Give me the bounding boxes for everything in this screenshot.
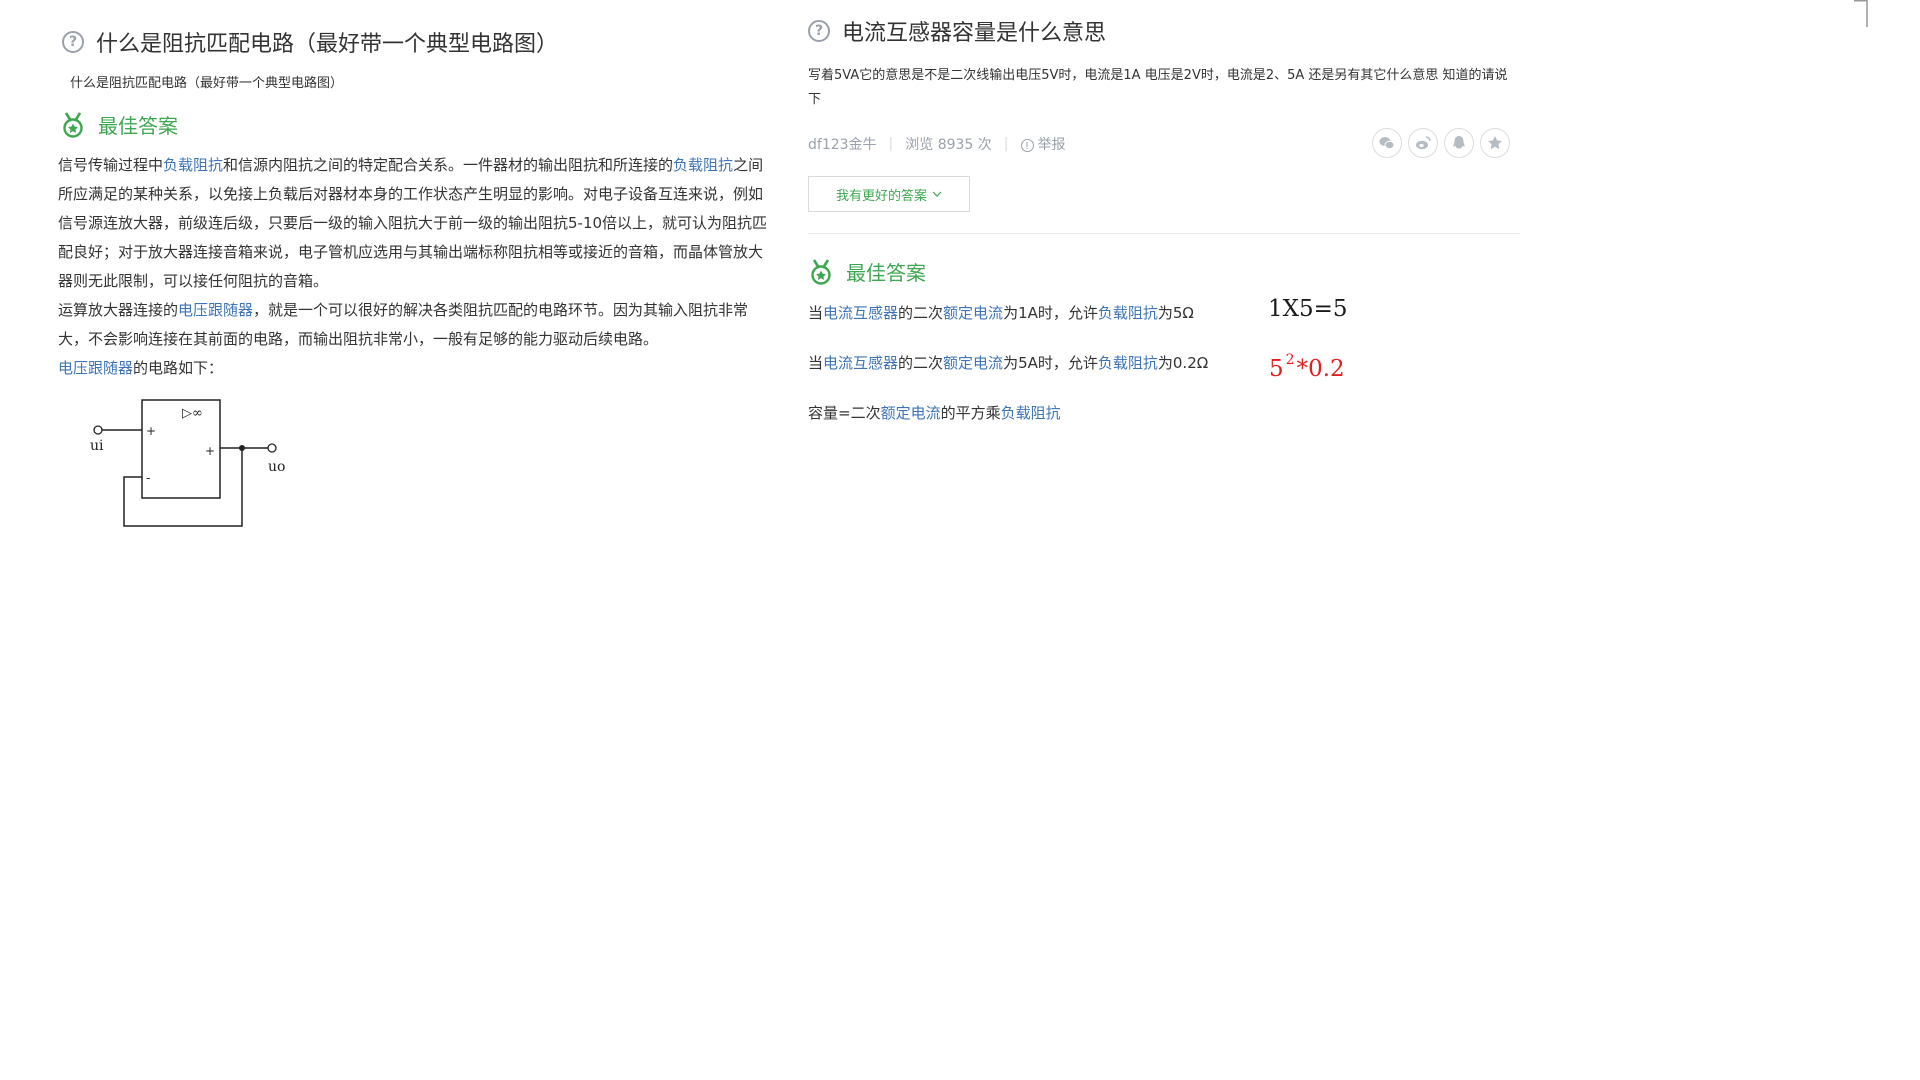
left-question-title: ? 什么是阻抗匹配电路（最好带一个典型电路图） (62, 26, 558, 58)
answer-paragraph-2: 运算放大器连接的电压跟随器，就是一个可以很好的解决各类阻抗匹配的电路环节。因为其… (58, 296, 770, 354)
handwritten-rest: *0.2 (1296, 356, 1345, 382)
left-best-answer-label: 最佳答案 (98, 114, 178, 138)
right-best-answer-header: 最佳答案 (810, 257, 926, 286)
favorite-icon (1488, 136, 1502, 150)
answer-line-3: 容量=二次额定电流的平方乘负载阻抗 (808, 402, 1061, 423)
wechat-icon (1379, 137, 1395, 150)
view-count: 浏览 8935 次 (905, 137, 992, 153)
qq-share-button[interactable] (1444, 128, 1474, 158)
answer-line-1: 当电流互感器的二次额定电流为1A时，允许负载阻抗为5Ω (808, 302, 1194, 323)
answer-text: 当 (808, 304, 824, 322)
divider (808, 233, 1520, 234)
share-buttons (1366, 128, 1510, 158)
better-answer-label: 我有更好的答案 (835, 188, 927, 204)
weibo-share-button[interactable] (1408, 128, 1438, 158)
report-icon: ! (1020, 139, 1034, 152)
question-icon: ? (62, 31, 84, 53)
answer-text: 之间所应满足的某种关系，以免接上负载后对器材本身的工作状态产生明显的影响。对电子… (58, 156, 768, 290)
answer-paragraph-3: 电压跟随器的电路如下： (58, 354, 770, 383)
corner-mark (1854, 0, 1868, 27)
answer-text: 的平方乘 (940, 404, 1001, 422)
answer-text: 和信源内阻抗之间的特定配合关系。一件器材的输出阻抗和所连接的 (223, 156, 674, 174)
answer-text: 为0.2Ω (1157, 354, 1209, 372)
right-question-description: 写着5VA它的意思是不是二次线输出电压5V时，电流是1A 电压是2V时，电流是2… (808, 68, 1508, 107)
answer-text: 的二次 (898, 354, 944, 372)
answer-text: 运算放大器连接的 (58, 301, 179, 319)
link-load-impedance[interactable]: 负载阻抗 (673, 156, 733, 174)
op-amp-symbol: ▷∞ (182, 406, 203, 421)
chevron-down-icon (932, 191, 942, 197)
handwritten-exponent: 2 (1285, 352, 1295, 368)
link-rated-current[interactable]: 额定电流 (943, 354, 1003, 372)
link-load-impedance[interactable]: 负载阻抗 (1001, 404, 1061, 422)
output-voltage-label: uo (268, 459, 285, 475)
right-question-title-text: 电流互感器容量是什么意思 (842, 21, 1107, 46)
output-terminal (267, 443, 277, 453)
answer-text: 为1A时，允许 (1003, 304, 1098, 322)
noninverting-input-sign: + (146, 424, 156, 438)
left-question-description: 什么是阻抗匹配电路（最好带一个典型电路图） (70, 76, 344, 91)
output-sign: + (205, 444, 215, 458)
link-load-impedance[interactable]: 负载阻抗 (1098, 354, 1158, 372)
answer-text: 当 (808, 354, 824, 372)
voltage-follower-circuit-diagram: ▷∞ + - + ui uo (90, 399, 285, 527)
link-current-transformer[interactable]: 电流互感器 (823, 354, 898, 372)
link-rated-current[interactable]: 额定电流 (881, 404, 941, 422)
wechat-share-button[interactable] (1372, 128, 1402, 158)
link-rated-current[interactable]: 额定电流 (943, 304, 1003, 322)
input-voltage-label: ui (90, 438, 104, 454)
inverting-input-sign: - (146, 471, 150, 486)
medal-icon (63, 111, 83, 138)
better-answer-button[interactable]: 我有更好的答案 (808, 176, 970, 212)
answer-text: 信号传输过程中 (58, 156, 164, 174)
left-question-title-text: 什么是阻抗匹配电路（最好带一个典型电路图） (96, 32, 559, 57)
link-voltage-follower[interactable]: 电压跟随器 (178, 301, 253, 319)
left-best-answer-body: 信号传输过程中负载阻抗和信源内阻抗之间的特定配合关系。一件器材的输出阻抗和所连接… (58, 151, 770, 383)
answer-paragraph-1: 信号传输过程中负载阻抗和信源内阻抗之间的特定配合关系。一件器材的输出阻抗和所连接… (58, 151, 770, 296)
report-link[interactable]: ! 举报 (1020, 134, 1066, 154)
favorite-button[interactable] (1480, 128, 1510, 158)
handwritten-annotation-2: 5 2*0.2 (1269, 352, 1345, 382)
report-label: 举报 (1037, 137, 1066, 153)
link-load-impedance[interactable]: 负载阻抗 (163, 156, 223, 174)
input-terminal (93, 425, 103, 435)
answer-text: 为5Ω (1157, 304, 1194, 322)
right-best-answer-label: 最佳答案 (846, 261, 926, 285)
answer-text: 的电路如下： (133, 359, 224, 377)
link-voltage-follower[interactable]: 电压跟随器 (58, 359, 133, 377)
left-best-answer-header: 最佳答案 (62, 110, 178, 139)
qq-icon (1453, 136, 1465, 149)
medal-icon (811, 258, 831, 285)
handwritten-annotation-1: 1X5=5 (1268, 296, 1348, 322)
handwritten-base: 5 (1269, 356, 1284, 382)
link-current-transformer[interactable]: 电流互感器 (823, 304, 898, 322)
link-load-impedance[interactable]: 负载阻抗 (1098, 304, 1158, 322)
question-icon: ? (808, 20, 830, 42)
meta-separator: | (1003, 136, 1009, 152)
meta-separator: | (888, 136, 894, 152)
answer-line-2: 当电流互感器的二次额定电流为5A时，允许负载阻抗为0.2Ω (808, 352, 1208, 373)
weibo-icon (1416, 136, 1431, 150)
answer-text: 为5A时，允许 (1003, 354, 1098, 372)
answer-text: 的二次 (898, 304, 944, 322)
right-question-title: ? 电流互感器容量是什么意思 (808, 15, 1106, 47)
answer-text: 容量=二次 (808, 404, 881, 422)
asker-name[interactable]: df123金牛 (808, 134, 877, 154)
